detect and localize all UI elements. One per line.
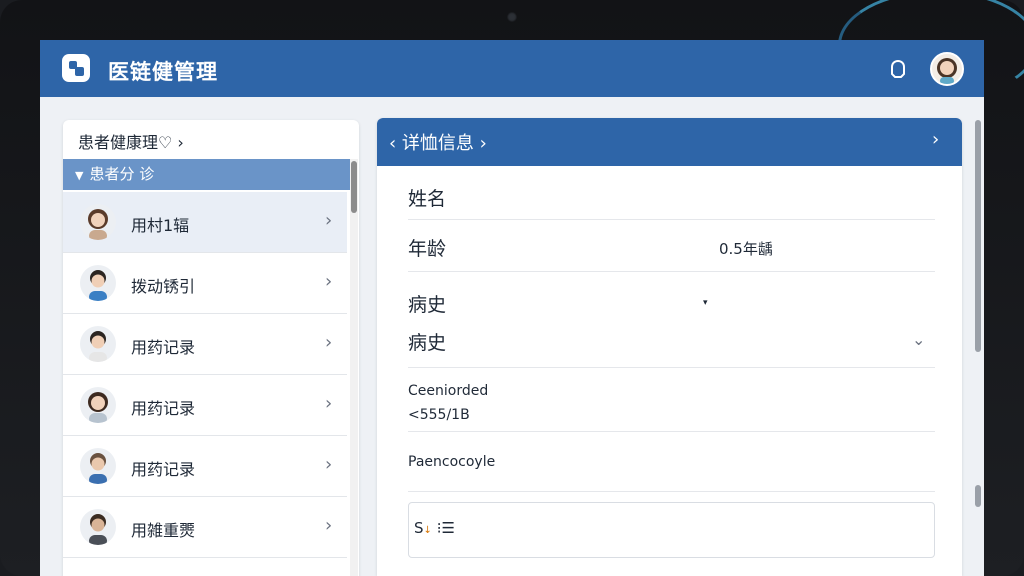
history-row[interactable]: 病史 ▾ 病史 ⌄ [408,286,935,368]
group-header[interactable]: ▼ 患者分 诊 [63,159,350,190]
chevron-right-icon[interactable]: › [932,129,939,150]
text-input-box[interactable]: S↓ ⁝☰ [408,502,935,558]
male-avatar-icon [80,326,116,362]
list-item-label: 用药记录 [131,460,196,479]
list-item-label: 用村1辐 [131,216,190,235]
user-avatar[interactable] [930,52,964,86]
list-icon: ⁝☰ [436,519,455,537]
shield-icon[interactable] [886,58,910,82]
list-item[interactable]: 拨动锈引 › [63,253,347,314]
left-scrollbar[interactable] [350,159,358,576]
record-value: <555/1B [408,407,470,423]
camera-icon [507,12,517,22]
list-item[interactable]: 用村1辐 › [63,192,347,253]
name-row: 姓名 [408,180,935,220]
list-item-label: 用药记录 [131,399,196,418]
caret-icon: ↓ [423,525,432,536]
female-avatar-icon [937,58,957,84]
note-row: Paencocoyle [408,432,935,492]
detail-panel: ‹ 详恤信息 › › 姓名 年龄 0.5年龋 病史 ▾ 病史 ⌄ Ceenior… [377,118,962,576]
top-bar: 医链健管理 [40,40,984,97]
dropdown-icon[interactable]: ▾ [703,298,708,308]
history-label: 病史 [408,294,447,316]
app-title: 医链健管理 [108,60,218,84]
chevron-right-icon: › [325,210,333,231]
list-item[interactable]: 用药记录 › [63,314,347,375]
male-avatar-icon [80,265,116,301]
list-item-label: 用雑重燛 [131,521,196,540]
group-label: 患者分 诊 [89,165,155,183]
scroll-thumb[interactable] [351,161,357,213]
triangle-down-icon: ▼ [75,169,84,182]
list-item-label: 用药记录 [131,338,196,357]
list-item[interactable]: 用药记录 › [63,375,347,436]
patient-list-panel: 患者健康理♡ › ▼ 患者分 诊 用村1辐 › 拨动锈引 › 用药记录 › 用药… [63,120,359,576]
chevron-right-icon: › [325,393,333,414]
scroll-thumb[interactable] [975,120,981,352]
panel-header[interactable]: 患者健康理♡ › [78,129,184,153]
chevron-right-icon: › [325,332,333,353]
female-avatar-icon [80,387,116,423]
male-avatar-icon [80,448,116,484]
right-scrollbar[interactable] [974,120,982,576]
male-avatar-icon [80,509,116,545]
chevron-right-icon: › [325,515,333,536]
female-avatar-icon [80,204,116,240]
list-item-label: 拨动锈引 [131,277,196,296]
age-label: 年龄 [408,238,447,260]
history-label: 病史 [408,332,447,354]
list-item[interactable]: 用雑重燛 › [63,497,347,558]
chevron-right-icon: › [325,454,333,475]
name-label: 姓名 [408,188,447,210]
scroll-thumb[interactable] [975,485,981,507]
age-value: 0.5年龋 [719,240,773,258]
patient-list: 用村1辐 › 拨动锈引 › 用药记录 › 用药记录 › 用药记录 › 用雑重燛 … [63,192,347,558]
detail-title[interactable]: ‹ 详恤信息 › [389,129,487,155]
record-row: Ceeniorded <555/1B [408,368,935,432]
detail-header: ‹ 详恤信息 › › [377,118,962,166]
record-label: Ceeniorded [408,383,489,399]
text-box-label: S↓ ⁝☰ [414,519,455,537]
app-logo-icon [62,54,90,82]
chevron-right-icon: › [325,271,333,292]
screen: 医链健管理 患者健康理♡ › ▼ 患者分 诊 用村1辐 › 拨动锈引 › 用药记… [40,40,984,576]
note-label: Paencocoyle [408,454,496,470]
list-item[interactable]: 用药记录 › [63,436,347,497]
chevron-down-icon[interactable]: ⌄ [912,330,925,349]
age-row: 年龄 0.5年龋 [408,220,935,272]
